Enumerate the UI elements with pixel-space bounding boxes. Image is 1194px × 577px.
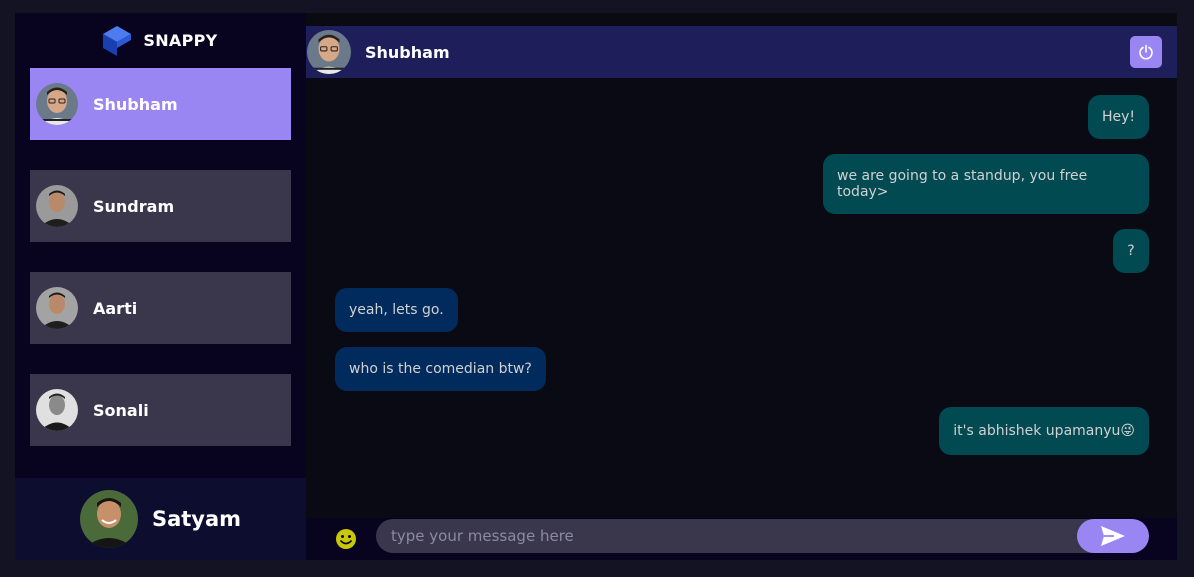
send-icon xyxy=(1101,526,1125,546)
message-received: who is the comedian btw? xyxy=(335,347,546,391)
message-received: yeah, lets go. xyxy=(335,288,458,332)
message-text: yeah, lets go. xyxy=(349,302,444,318)
contact-list: Shubham Sundram Aarti Sonali xyxy=(30,68,291,476)
snappy-logo-icon xyxy=(103,25,132,56)
chat-app: SNAPPY Shubham Sundram Aarti Sonali Saty… xyxy=(15,13,1177,560)
chat-panel: Shubham Hey! we are going to a standup, … xyxy=(306,13,1177,560)
contact-item-shubham[interactable]: Shubham xyxy=(30,68,291,140)
smiley-icon xyxy=(336,529,356,549)
message-text: we are going to a standup, you free toda… xyxy=(837,168,1088,200)
current-user-avatar xyxy=(79,490,138,548)
send-button[interactable] xyxy=(1077,519,1149,553)
contact-item-aarti[interactable]: Aarti xyxy=(30,272,291,344)
contact-item-sonali[interactable]: Sonali xyxy=(30,374,291,446)
emoji-button[interactable] xyxy=(335,528,357,550)
chat-header-avatar xyxy=(307,30,351,74)
avatar xyxy=(36,83,78,125)
contact-name: Aarti xyxy=(93,298,138,318)
logout-button[interactable] xyxy=(1130,36,1162,68)
message-sent: we are going to a standup, you free toda… xyxy=(823,154,1149,214)
power-icon xyxy=(1139,44,1153,60)
message-text: who is the comedian btw? xyxy=(349,361,532,377)
message-sent: it's abhishek upamanyu😜 xyxy=(939,407,1149,455)
message-text: Hey! xyxy=(1101,109,1135,125)
chat-header-name: Shubham xyxy=(365,42,450,62)
contacts-sidebar: SNAPPY Shubham Sundram Aarti Sonali Saty… xyxy=(15,13,306,560)
brand-name: SNAPPY xyxy=(143,31,218,50)
avatar xyxy=(36,185,78,227)
message-input[interactable] xyxy=(376,519,1148,553)
contact-name: Sonali xyxy=(93,400,149,420)
contact-item-sundram[interactable]: Sundram xyxy=(30,170,291,242)
contact-name: Sundram xyxy=(93,196,175,216)
message-text: it's abhishek upamanyu😜 xyxy=(953,423,1135,439)
contact-name: Shubham xyxy=(93,94,178,114)
current-user-name: Satyam xyxy=(151,507,242,531)
message-list: Hey! we are going to a standup, you free… xyxy=(306,78,1177,518)
message-input-bar xyxy=(306,518,1177,560)
brand: SNAPPY xyxy=(15,13,306,68)
avatar xyxy=(36,287,78,329)
message-sent: ? xyxy=(1113,229,1149,273)
message-sent: Hey! xyxy=(1087,95,1149,139)
avatar xyxy=(36,389,78,431)
current-user-panel: Satyam xyxy=(15,478,306,560)
message-text: ? xyxy=(1127,243,1135,259)
chat-header: Shubham xyxy=(306,26,1177,78)
